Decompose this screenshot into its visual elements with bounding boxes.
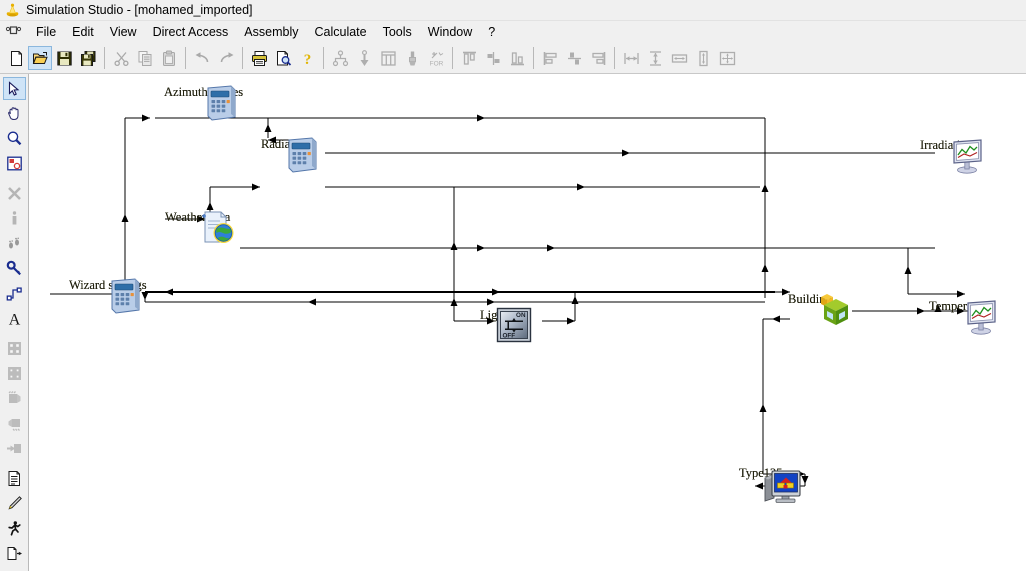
- tool-info: [3, 207, 26, 230]
- export-down-icon: [352, 46, 376, 70]
- tool-component-small: [3, 362, 26, 385]
- tool-trace: [3, 232, 26, 255]
- undo-arrow-icon: [190, 46, 214, 70]
- toolbar-separator: [610, 46, 619, 70]
- node-weather-data[interactable]: Weather data: [165, 209, 234, 243]
- node-temperature[interactable]: Temperature: [929, 298, 997, 335]
- tool-pan[interactable]: [3, 102, 26, 125]
- hierarchy-icon: [328, 46, 352, 70]
- toolbar-separator: [529, 46, 538, 70]
- paste-clipboard-icon: [157, 46, 181, 70]
- toolbar-separator: [238, 46, 247, 70]
- node-azimuth-angles[interactable]: AzimuthAngles: [164, 84, 243, 121]
- toolbar-separator: [100, 46, 109, 70]
- tool-macro-in: [3, 387, 26, 410]
- menu-bar: File Edit View Direct Access Assembly Ca…: [0, 21, 1026, 43]
- tool-macro-enter: [3, 437, 26, 460]
- align-bottom-icon: [505, 46, 529, 70]
- format-for-icon: FOR: [424, 46, 448, 70]
- print-icon[interactable]: [247, 46, 271, 70]
- paintbrush-icon: [400, 46, 424, 70]
- node-radiation[interactable]: Radiation: [261, 136, 317, 173]
- tool-sidebar: A: [0, 74, 29, 571]
- trnsys-icon: [5, 3, 20, 18]
- menu-file[interactable]: File: [28, 23, 64, 41]
- space-vertical-icon: [643, 46, 667, 70]
- node-irradiation[interactable]: Irradiation: [920, 137, 982, 174]
- align-left-icon: [538, 46, 562, 70]
- toolbar-separator: [448, 46, 457, 70]
- tool-select[interactable]: [2, 77, 26, 100]
- table-columns-icon: [376, 46, 400, 70]
- open-folder-icon[interactable]: [28, 46, 52, 70]
- tool-macro-out: [3, 412, 26, 435]
- menu-help[interactable]: ?: [480, 23, 503, 41]
- copy-icon: [133, 46, 157, 70]
- tool-pencil[interactable]: [3, 492, 26, 515]
- align-center-horizontal-icon: [562, 46, 586, 70]
- node-lights[interactable]: ON OFF Lights: [480, 307, 532, 343]
- tool-zoom-region[interactable]: [3, 152, 26, 175]
- size-width-icon: [667, 46, 691, 70]
- tool-link[interactable]: [3, 282, 26, 305]
- svg-text:OFF: OFF: [502, 333, 515, 340]
- tool-text[interactable]: A: [3, 307, 26, 330]
- diagram-canvas[interactable]: AzimuthAngles Radiation Weather data Wiz…: [30, 74, 1026, 571]
- size-both-icon: [715, 46, 739, 70]
- menu-view[interactable]: View: [102, 23, 145, 41]
- save-floppy-icon[interactable]: [52, 46, 76, 70]
- new-document-icon[interactable]: [4, 46, 28, 70]
- tool-page-prev: [3, 567, 26, 571]
- application-window: Simulation Studio - [mohamed_imported] F…: [0, 0, 1026, 571]
- menu-edit[interactable]: Edit: [64, 23, 102, 41]
- tool-key[interactable]: [3, 257, 26, 280]
- size-height-icon: [691, 46, 715, 70]
- toolbar-separator: [319, 46, 328, 70]
- svg-text:FOR: FOR: [429, 60, 443, 67]
- tool-delete: [3, 182, 26, 205]
- window-title: Simulation Studio - [mohamed_imported]: [26, 3, 253, 17]
- main-toolbar: ? FOR: [0, 43, 1026, 74]
- tool-page-next[interactable]: [3, 542, 26, 565]
- system-menu-icon[interactable]: [5, 25, 22, 39]
- tool-run[interactable]: [3, 517, 26, 540]
- menu-tools[interactable]: Tools: [375, 23, 420, 41]
- align-center-vertical-icon: [481, 46, 505, 70]
- menu-assembly[interactable]: Assembly: [236, 23, 306, 41]
- cut-scissors-icon: [109, 46, 133, 70]
- node-wizard-settings[interactable]: Wizard settings: [69, 277, 147, 314]
- toolbar-separator: [181, 46, 190, 70]
- tool-listing[interactable]: [3, 467, 26, 490]
- menu-window[interactable]: Window: [420, 23, 480, 41]
- help-question-icon[interactable]: ?: [295, 46, 319, 70]
- svg-text:A: A: [8, 312, 20, 328]
- svg-text:?: ?: [303, 52, 311, 67]
- print-preview-icon[interactable]: [271, 46, 295, 70]
- node-building[interactable]: Building: [788, 291, 848, 325]
- space-horizontal-icon: [619, 46, 643, 70]
- svg-text:ON: ON: [516, 312, 526, 319]
- save-all-icon[interactable]: [76, 46, 100, 70]
- title-bar: Simulation Studio - [mohamed_imported]: [0, 0, 1026, 21]
- menu-calculate[interactable]: Calculate: [306, 23, 374, 41]
- align-top-icon: [457, 46, 481, 70]
- redo-arrow-icon: [214, 46, 238, 70]
- node-type125[interactable]: Type125: [739, 465, 801, 503]
- align-right-icon: [586, 46, 610, 70]
- menu-direct-access[interactable]: Direct Access: [145, 23, 237, 41]
- tool-component: [3, 337, 26, 360]
- tool-zoom[interactable]: [3, 127, 26, 150]
